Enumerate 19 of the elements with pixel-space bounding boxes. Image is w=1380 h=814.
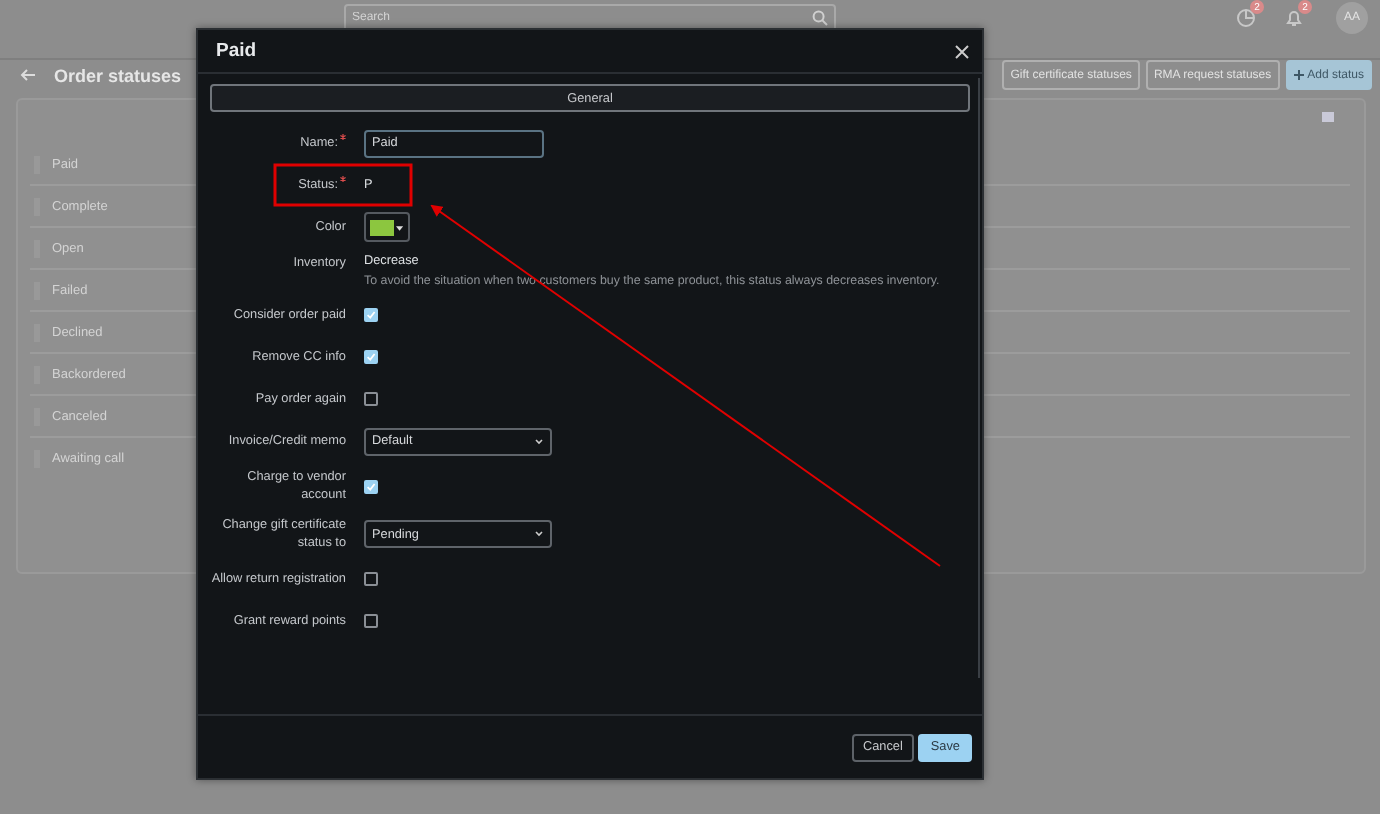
color-picker[interactable] [364,212,410,242]
dialog-title: Paid [216,40,257,62]
chevron-icon [534,437,544,445]
page-title: Order statuses [54,65,182,85]
checkbox[interactable] [364,614,378,628]
chevron-icon [534,530,544,538]
highlight-box [273,163,413,207]
checkbox[interactable] [364,392,378,406]
search-icon[interactable] [812,10,828,26]
bell-icon[interactable] [1284,8,1304,28]
back-arrow-icon[interactable] [20,68,36,82]
plus-icon [1293,70,1304,80]
checkbox[interactable] [364,572,378,586]
checkbox[interactable] [364,479,378,493]
checkbox[interactable] [364,350,378,364]
close-icon[interactable] [954,43,970,59]
checkbox[interactable] [364,308,378,322]
caret-icon [396,223,404,231]
chart-icon[interactable] [1236,8,1256,28]
